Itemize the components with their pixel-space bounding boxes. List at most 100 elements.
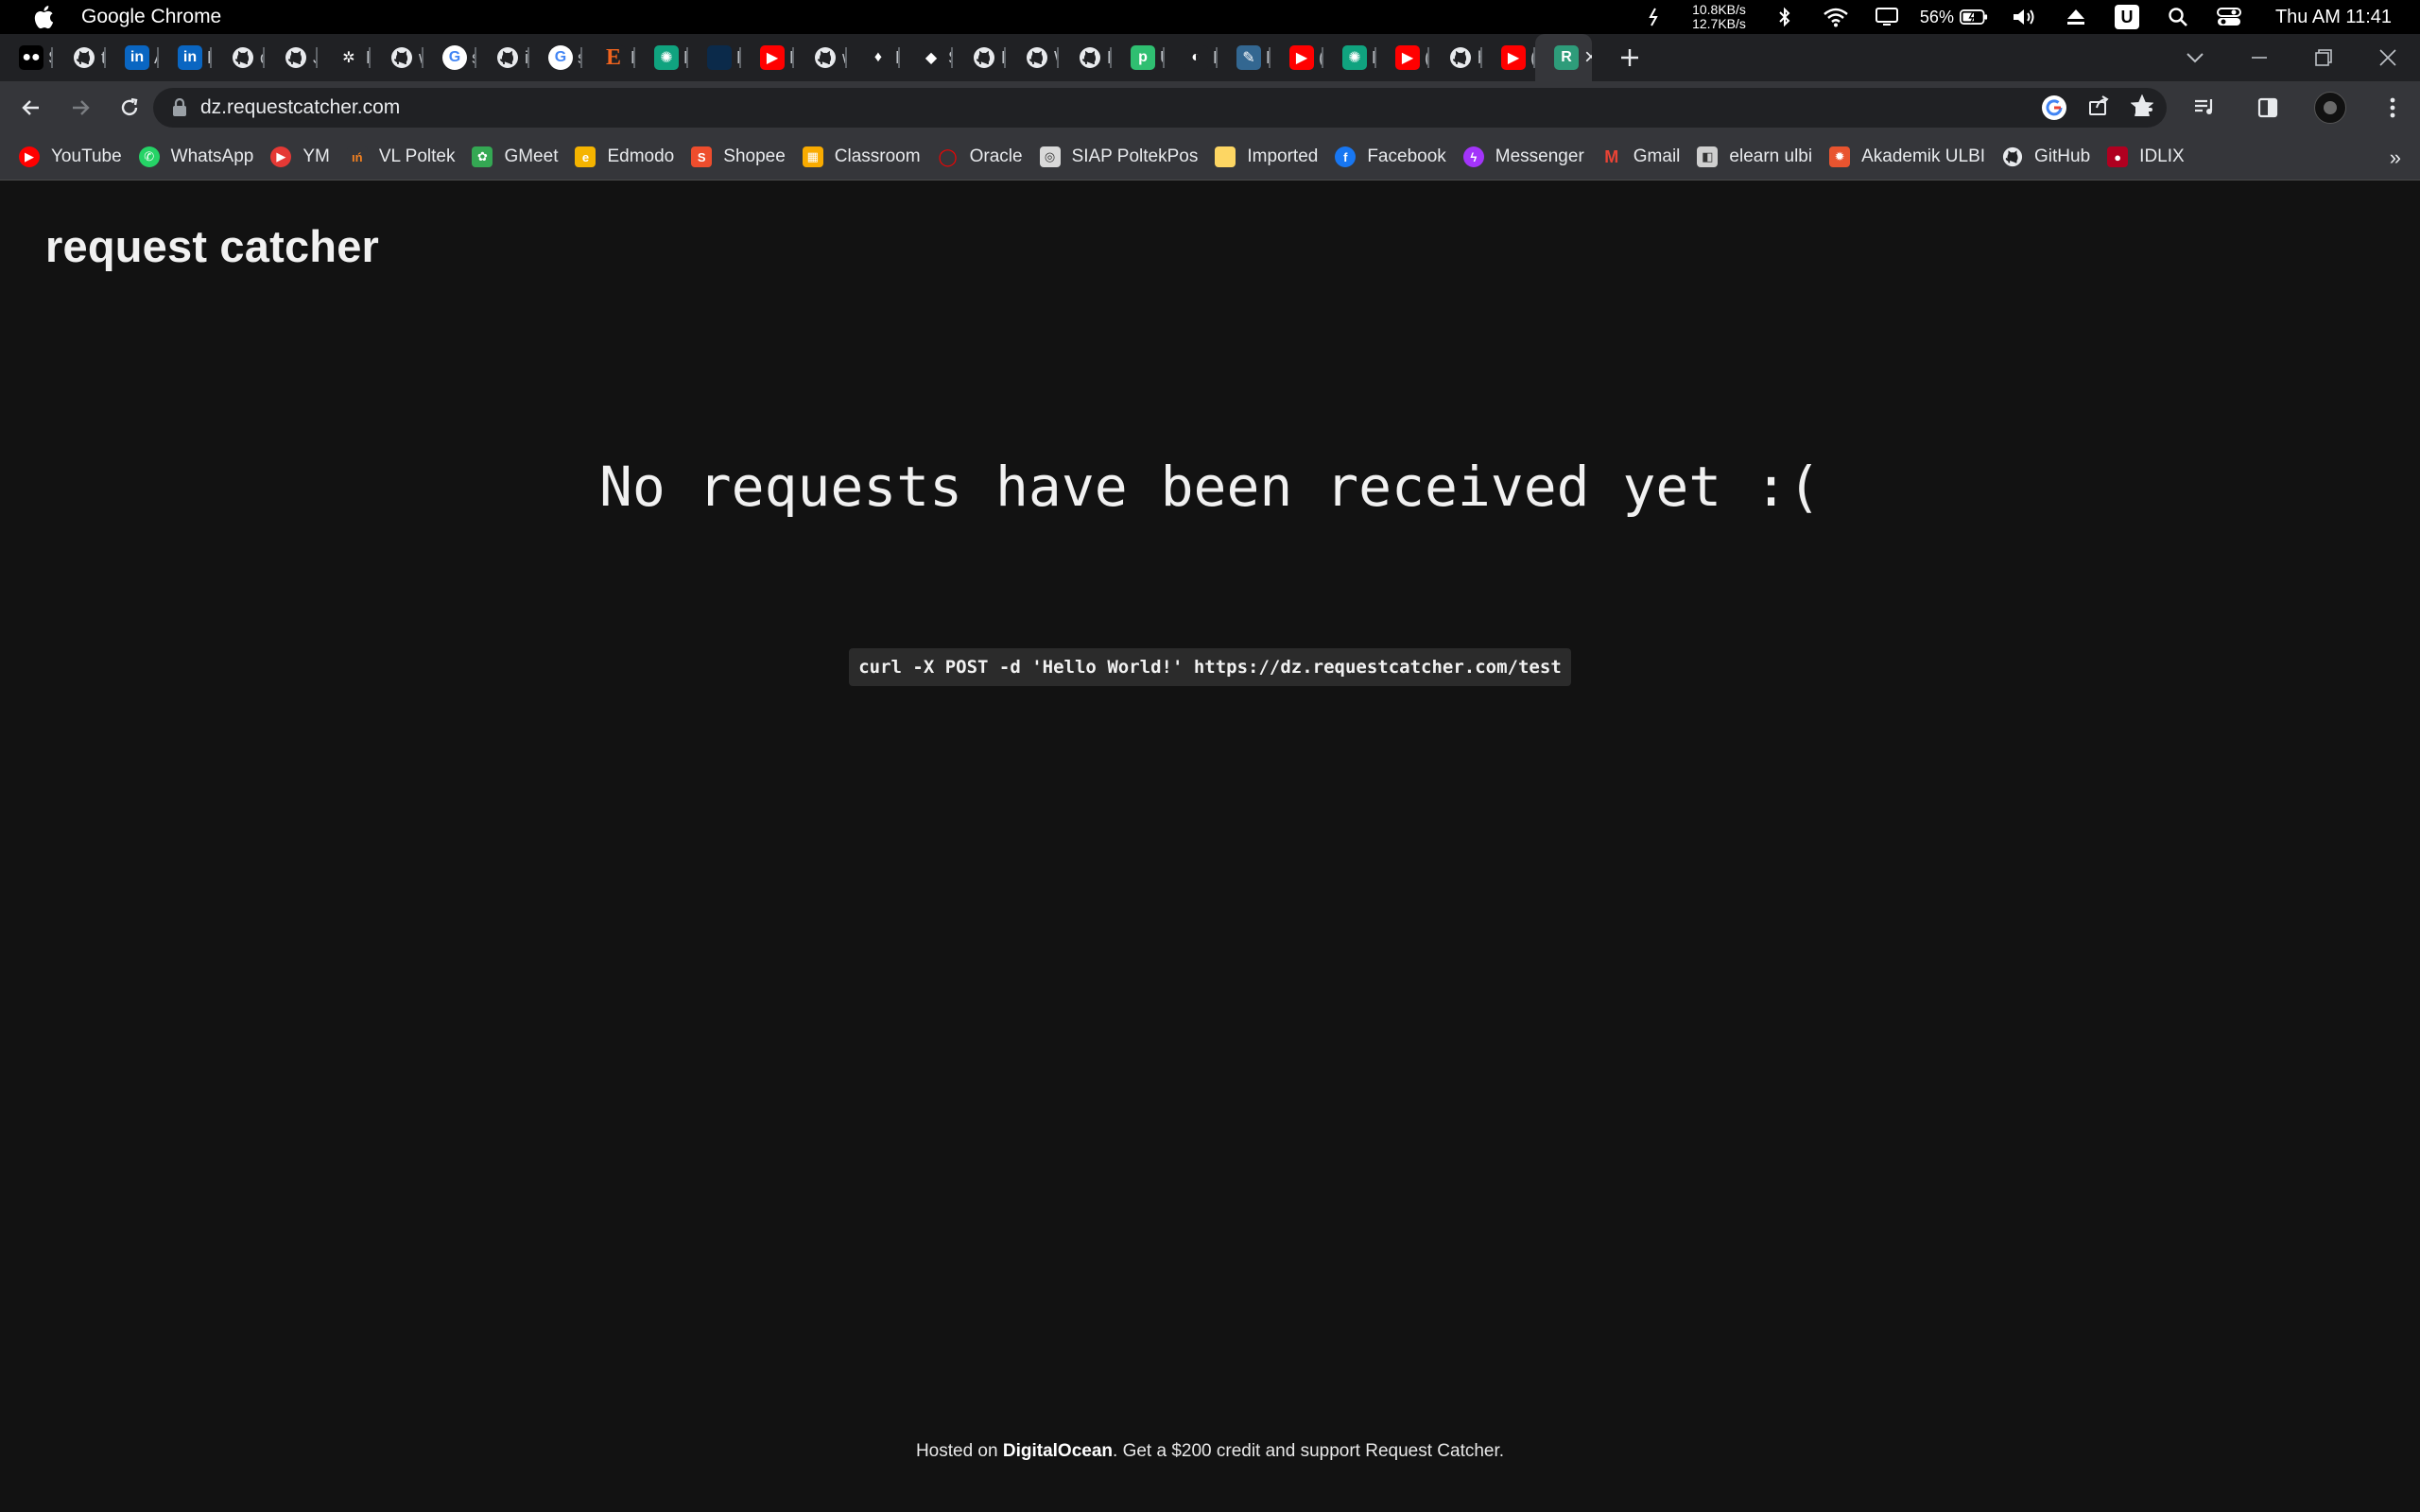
- tab-28[interactable]: ▶(1: [1482, 34, 1535, 81]
- tab-5[interactable]: Jc: [265, 34, 318, 81]
- spotlight-search-icon[interactable]: [2164, 3, 2192, 31]
- gmail-icon: M: [1600, 146, 1622, 167]
- tab-18[interactable]: Ec: [953, 34, 1006, 81]
- tab-19[interactable]: W: [1006, 34, 1059, 81]
- tab-2[interactable]: inA: [106, 34, 159, 81]
- extensions-puzzle-icon[interactable]: [2125, 90, 2161, 126]
- github-icon: [72, 45, 96, 70]
- media-controls-icon[interactable]: [2187, 90, 2223, 126]
- back-button[interactable]: [13, 90, 49, 126]
- tab-8[interactable]: Gsl: [424, 34, 476, 81]
- google-lens-icon[interactable]: [2042, 95, 2066, 120]
- tab-25[interactable]: ✺M: [1323, 34, 1376, 81]
- bookmark-whatsapp[interactable]: ✆ WhatsApp: [138, 146, 253, 167]
- tab-24[interactable]: ▶(1: [1270, 34, 1323, 81]
- more-bookmarks-chevron-icon[interactable]: »: [2390, 146, 2401, 170]
- bookmark-siap-poltekpos[interactable]: ◎ SIAP PoltekPos: [1039, 146, 1198, 167]
- github-icon: [813, 45, 838, 70]
- new-tab-button[interactable]: [1611, 39, 1649, 77]
- etsy-icon: E: [601, 45, 626, 70]
- curl-example-wrapper: curl -X POST -d 'Hello World!' https://d…: [0, 648, 2420, 686]
- eject-icon[interactable]: [2062, 3, 2090, 31]
- bookmark-edmodo[interactable]: e Edmodo: [575, 146, 674, 167]
- github-icon: [389, 45, 414, 70]
- tab-3[interactable]: inEr: [159, 34, 212, 81]
- bookmark-messenger[interactable]: ϟ Messenger: [1462, 146, 1584, 167]
- volume-icon[interactable]: [2011, 3, 2039, 31]
- tab-14[interactable]: ▶Bl: [741, 34, 794, 81]
- tab-13[interactable]: D: [688, 34, 741, 81]
- bookmark-imported[interactable]: Imported: [1215, 146, 1318, 167]
- tab-7[interactable]: w: [371, 34, 424, 81]
- bookmark-idlix[interactable]: ● IDLIX: [2107, 146, 2185, 167]
- side-panel-icon[interactable]: [2250, 90, 2286, 126]
- tab-search-chevron-down-icon[interactable]: [2163, 34, 2227, 81]
- bookmark-classroom[interactable]: ▦ Classroom: [802, 146, 921, 167]
- tab-10[interactable]: Gsc: [529, 34, 582, 81]
- lock-icon[interactable]: [170, 97, 189, 118]
- display-icon[interactable]: [1873, 3, 1901, 31]
- youtube-icon: ▶: [1289, 45, 1314, 70]
- u-app-icon[interactable]: U: [2113, 3, 2141, 31]
- tab-6[interactable]: ✲K: [318, 34, 371, 81]
- menubar-clock[interactable]: Thu AM 11:41: [2275, 7, 2392, 28]
- tab-4[interactable]: d: [212, 34, 265, 81]
- bookmark-elearn-ulbi[interactable]: ◧ elearn ulbi: [1697, 146, 1812, 167]
- idlix-icon: ●: [2107, 146, 2129, 167]
- restore-window-button[interactable]: [2291, 34, 2356, 81]
- reload-button[interactable]: [112, 90, 147, 126]
- address-bar[interactable]: dz.requestcatcher.com: [153, 88, 2167, 128]
- github-icon: [972, 45, 996, 70]
- chrome-menu-icon[interactable]: [2375, 90, 2411, 126]
- url-text[interactable]: dz.requestcatcher.com: [200, 96, 400, 119]
- tab-23[interactable]: ✎P: [1218, 34, 1270, 81]
- tab-27[interactable]: b: [1429, 34, 1482, 81]
- close-window-button[interactable]: [2356, 34, 2420, 81]
- active-app-name[interactable]: Google Chrome: [81, 6, 221, 28]
- ym-icon: ▶: [270, 146, 292, 167]
- tab-15[interactable]: w: [794, 34, 847, 81]
- browser-toolbar: dz.requestcatcher.com: [0, 81, 2420, 134]
- tab-20[interactable]: E: [1059, 34, 1112, 81]
- site-title[interactable]: request catcher: [45, 220, 379, 272]
- bookmark-akademik-ulbi[interactable]: ✹ Akademik ULBI: [1829, 146, 1985, 167]
- bookmark-vl-poltek[interactable]: ıń VL Poltek: [346, 146, 455, 167]
- bookmark-label: Facebook: [1367, 146, 1446, 166]
- close-tab-icon[interactable]: ×: [1584, 44, 1592, 71]
- tab-22[interactable]: ◐R: [1165, 34, 1218, 81]
- control-center-icon[interactable]: [2215, 3, 2243, 31]
- tab-1[interactable]: tu: [53, 34, 106, 81]
- bookmark-shopee[interactable]: S Shopee: [691, 146, 786, 167]
- bookmark-youtube[interactable]: ▶ YouTube: [19, 146, 122, 167]
- tab-9[interactable]: in: [476, 34, 529, 81]
- wifi-icon[interactable]: [1822, 3, 1850, 31]
- bookmark-ym[interactable]: ▶ YM: [270, 146, 330, 167]
- digitalocean-link[interactable]: DigitalOcean: [1003, 1441, 1113, 1461]
- transfer-icon[interactable]: [1639, 3, 1668, 31]
- diamond-icon: ◆: [919, 45, 943, 70]
- bookmark-gmail[interactable]: M Gmail: [1600, 146, 1680, 167]
- vl-poltek-icon: ıń: [346, 146, 368, 167]
- tab-26[interactable]: ▶(1: [1376, 34, 1429, 81]
- bluetooth-icon[interactable]: [1771, 3, 1799, 31]
- bookmark-facebook[interactable]: f Facebook: [1335, 146, 1446, 167]
- bookmarks-bar: ▶ YouTube ✆ WhatsApp ▶ YM ıń VL Poltek ✿ GMeet e Ed…: [0, 134, 2420, 180]
- github-icon: [231, 45, 255, 70]
- tab-21[interactable]: pU: [1112, 34, 1165, 81]
- tab-11[interactable]: ED: [582, 34, 635, 81]
- bookmark-label: Messenger: [1495, 146, 1584, 166]
- bookmark-github[interactable]: GitHub: [2002, 146, 2090, 167]
- tab-12[interactable]: ✺N: [635, 34, 688, 81]
- apple-icon[interactable]: [30, 4, 57, 30]
- forward-button[interactable]: [62, 90, 98, 126]
- tab-17[interactable]: ◆St: [900, 34, 953, 81]
- bookmark-oracle[interactable]: ◯ Oracle: [937, 146, 1023, 167]
- bookmark-gmeet[interactable]: ✿ GMeet: [472, 146, 558, 167]
- battery-icon[interactable]: [1959, 3, 1988, 31]
- tab-0[interactable]: ●●St: [0, 34, 53, 81]
- tab-16[interactable]: ♦Lc: [847, 34, 900, 81]
- share-icon[interactable]: [2087, 94, 2110, 122]
- tab-active-requestcatcher[interactable]: R ×: [1535, 34, 1592, 81]
- minimize-window-button[interactable]: [2227, 34, 2291, 81]
- profile-avatar[interactable]: [2312, 90, 2348, 126]
